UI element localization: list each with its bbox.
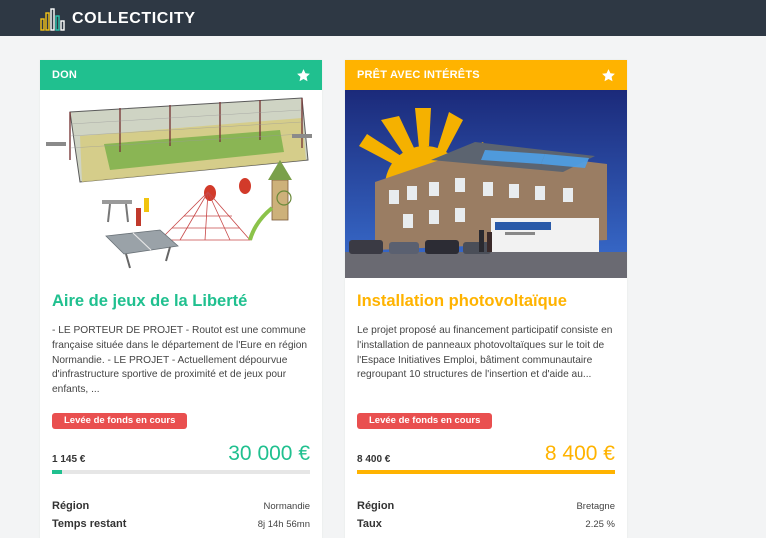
card-category-header: PRÊT AVEC INTÉRÊTS xyxy=(345,60,627,90)
building-photo[interactable] xyxy=(345,90,627,278)
detail-row-rate: Taux 2.25 % xyxy=(357,518,615,530)
funding-progress-fill xyxy=(52,470,63,474)
detail-value: Normandie xyxy=(263,501,310,512)
detail-row-time-left: Temps restant 8j 14h 56mn xyxy=(52,518,310,530)
category-label: PRÊT AVEC INTÉRÊTS xyxy=(357,69,480,81)
project-description: Le projet proposé au financement partici… xyxy=(357,325,613,381)
status-badge: Levée de fonds en cours xyxy=(52,413,188,429)
top-navbar: COLLECTICITY xyxy=(0,0,766,36)
amount-raised: 8 400 € xyxy=(357,454,391,465)
detail-value: Bretagne xyxy=(576,501,615,512)
amount-raised: 1 145 € xyxy=(52,454,86,465)
project-title[interactable]: Installation photovoltaïque xyxy=(357,292,567,311)
city-buildings-icon xyxy=(40,8,65,31)
funding-goal: 8 400 € xyxy=(544,442,615,465)
brand-name: COLLECTICITY xyxy=(72,10,196,27)
category-label: DON xyxy=(52,69,78,81)
project-title[interactable]: Aire de jeux de la Liberté xyxy=(52,292,247,311)
project-description: - LE PORTEUR DE PROJET - Routot est une … xyxy=(52,325,308,396)
detail-row-region: Région Bretagne xyxy=(357,500,615,512)
detail-label: Taux xyxy=(357,518,382,530)
funding-progress-bar xyxy=(52,470,310,474)
playground-image[interactable] xyxy=(40,90,322,278)
project-card[interactable]: PRÊT AVEC INTÉRÊTS Installation photovol… xyxy=(345,60,627,538)
detail-label: Région xyxy=(357,500,395,512)
status-badge: Levée de fonds en cours xyxy=(357,413,493,429)
funding-progress-fill xyxy=(357,470,615,474)
funding-goal: 30 000 € xyxy=(228,442,310,465)
detail-label: Région xyxy=(52,500,90,512)
funding-progress-bar xyxy=(357,470,615,474)
detail-value: 8j 14h 56mn xyxy=(257,519,310,530)
detail-value: 2.25 % xyxy=(585,519,615,530)
detail-row-region: Région Normandie xyxy=(52,500,310,512)
detail-label: Temps restant xyxy=(52,518,127,530)
star-icon[interactable] xyxy=(296,68,311,83)
brand-logo[interactable]: COLLECTICITY xyxy=(40,7,196,31)
project-card[interactable]: DON Aire de jeux de la Liberté - LE PORT… xyxy=(40,60,322,538)
star-icon[interactable] xyxy=(601,68,616,83)
card-category-header: DON xyxy=(40,60,322,90)
